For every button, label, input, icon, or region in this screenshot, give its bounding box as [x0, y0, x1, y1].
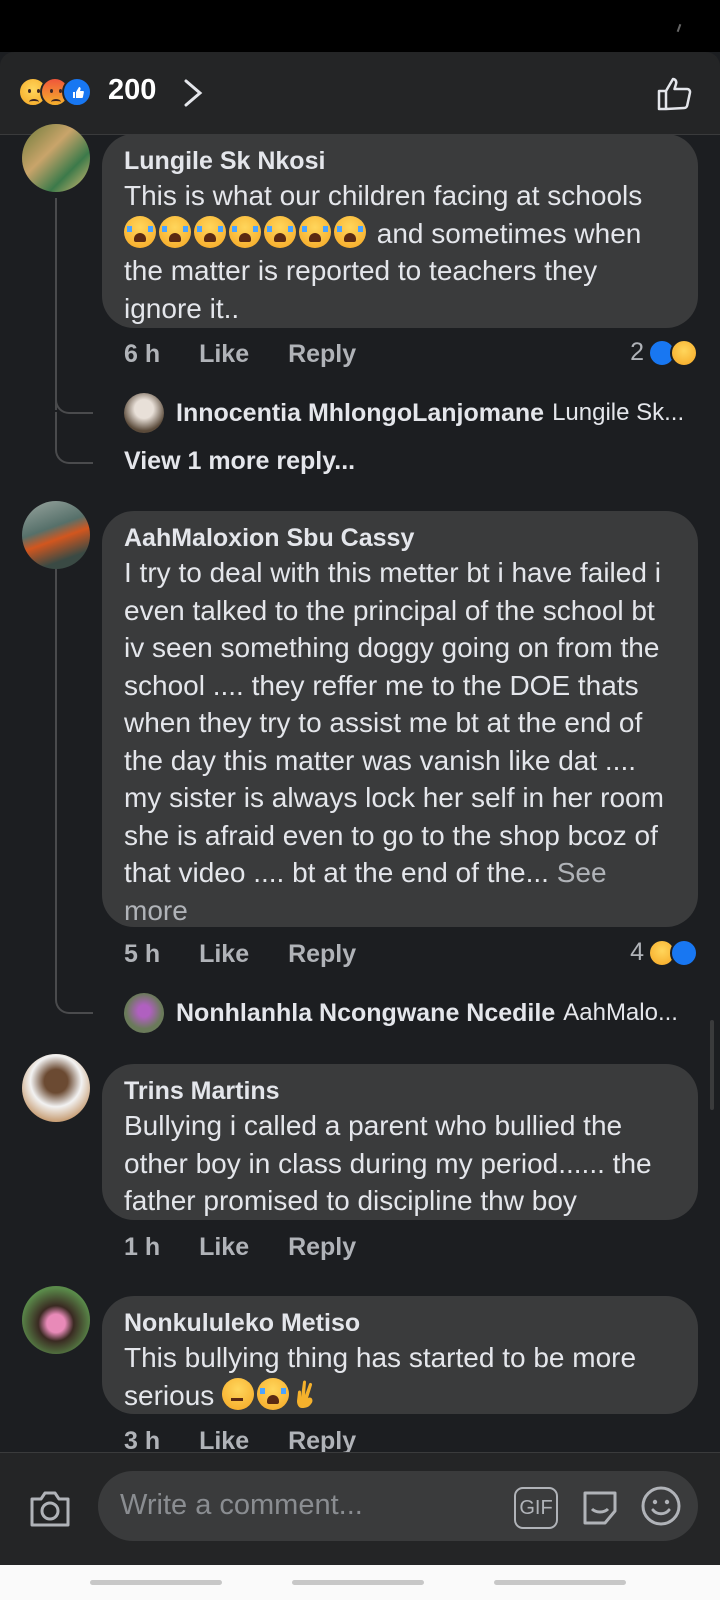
- reaction-count: 4: [630, 938, 644, 966]
- status-bar: [0, 0, 720, 52]
- avatar: [124, 993, 164, 1033]
- comment-bubble: Nonkululeko Metiso This bullying thing h…: [102, 1296, 698, 1414]
- comment-time[interactable]: 5 h: [124, 940, 160, 968]
- view-more-replies-link[interactable]: View 1 more reply...: [124, 447, 355, 476]
- reaction-summary[interactable]: [18, 77, 108, 109]
- comment-reactions[interactable]: 4: [630, 938, 698, 967]
- comment-text: Bullying i called a parent who bullied t…: [124, 1110, 652, 1216]
- comment-reactions[interactable]: 2: [630, 338, 698, 367]
- comment-author[interactable]: Nonkululeko Metiso: [124, 1308, 678, 1339]
- reply-author: Innocentia MhlongoLanjomane: [176, 398, 545, 427]
- crying-emoji: [194, 215, 226, 248]
- comment-text: This is what our children facing at scho…: [124, 180, 643, 324]
- reaction-count: 2: [630, 338, 644, 366]
- thread-line: [55, 980, 93, 1014]
- reply-button[interactable]: Reply: [288, 1233, 356, 1261]
- avatar[interactable]: [22, 501, 90, 569]
- sticker-icon[interactable]: [580, 1485, 620, 1527]
- thinking-emoji: [222, 1377, 255, 1410]
- reply-preview[interactable]: Nonhlanhla Ncongwane Ncedile AahMalo...: [124, 993, 678, 1033]
- like-icon[interactable]: [656, 74, 692, 112]
- like-reaction-icon: [670, 938, 698, 967]
- comment-input[interactable]: Write a comment... GIF: [98, 1471, 698, 1541]
- chevron-right-icon[interactable]: [180, 78, 206, 108]
- thread-line: [55, 412, 93, 464]
- crying-emoji: [334, 215, 366, 248]
- avatar: [124, 393, 164, 433]
- scrollbar[interactable]: [710, 1020, 714, 1110]
- emoji-icon[interactable]: [640, 1485, 682, 1527]
- crying-emoji: [264, 215, 296, 248]
- reply-author: Nonhlanhla Ncongwane Ncedile: [176, 998, 556, 1027]
- comment-time[interactable]: 1 h: [124, 1233, 160, 1261]
- crying-emoji: [299, 215, 331, 248]
- thread-line: [55, 568, 57, 988]
- comment-text: I try to deal with this metter bt i have…: [124, 557, 664, 926]
- reply-button[interactable]: Reply: [288, 1427, 356, 1455]
- thread-line: [55, 198, 57, 410]
- comment-author[interactable]: Lungile Sk Nkosi: [124, 146, 678, 177]
- comment-time[interactable]: 3 h: [124, 1427, 160, 1455]
- crying-emoji: [257, 1377, 290, 1410]
- avatar[interactable]: [22, 1286, 90, 1354]
- reply-button[interactable]: Reply: [288, 340, 356, 368]
- sad-reaction-icon: [670, 338, 698, 367]
- back-button[interactable]: [494, 1580, 626, 1585]
- crying-emoji: [229, 215, 261, 248]
- reply-snippet: Lungile Sk...: [552, 399, 685, 426]
- comment-text: This bullying thing has started to be mo…: [124, 1342, 637, 1411]
- thread-line: [55, 380, 93, 414]
- comment-actions: 6 h Like Reply: [124, 340, 388, 369]
- comment-actions: 1 h Like Reply: [124, 1233, 388, 1262]
- comment-bubble: Trins Martins Bullying i called a parent…: [102, 1064, 698, 1220]
- reply-snippet: AahMalo...: [563, 999, 678, 1026]
- comment-bubble: Lungile Sk Nkosi This is what our childr…: [102, 134, 698, 328]
- comment-actions: 5 h Like Reply: [124, 940, 388, 969]
- avatar[interactable]: [22, 124, 90, 192]
- system-nav-bar: [0, 1565, 720, 1600]
- reactions-header: 200: [0, 52, 720, 135]
- like-reaction-icon: [62, 77, 92, 107]
- like-button[interactable]: Like: [199, 940, 249, 968]
- reply-preview[interactable]: Innocentia MhlongoLanjomane Lungile Sk..…: [124, 393, 684, 433]
- comment-input-placeholder: Write a comment...: [120, 1489, 363, 1521]
- comment-author[interactable]: AahMaloxion Sbu Cassy: [124, 523, 678, 554]
- camera-icon[interactable]: [28, 1489, 72, 1529]
- gif-button[interactable]: GIF: [514, 1487, 558, 1529]
- like-button[interactable]: Like: [199, 1233, 249, 1261]
- like-button[interactable]: Like: [199, 1427, 249, 1455]
- comment-author[interactable]: Trins Martins: [124, 1076, 678, 1107]
- comment-composer: Write a comment... GIF: [0, 1452, 720, 1565]
- home-button[interactable]: [292, 1580, 424, 1585]
- comment-time[interactable]: 6 h: [124, 340, 160, 368]
- reaction-count[interactable]: 200: [108, 74, 156, 107]
- comment-bubble: AahMaloxion Sbu Cassy I try to deal with…: [102, 511, 698, 927]
- avatar[interactable]: [22, 1054, 90, 1122]
- crossed-fingers-emoji: [292, 1378, 324, 1410]
- crying-emoji: [124, 215, 156, 248]
- reply-button[interactable]: Reply: [288, 940, 356, 968]
- crying-emoji: [159, 215, 191, 248]
- like-button[interactable]: Like: [199, 340, 249, 368]
- recent-apps-button[interactable]: [90, 1580, 222, 1585]
